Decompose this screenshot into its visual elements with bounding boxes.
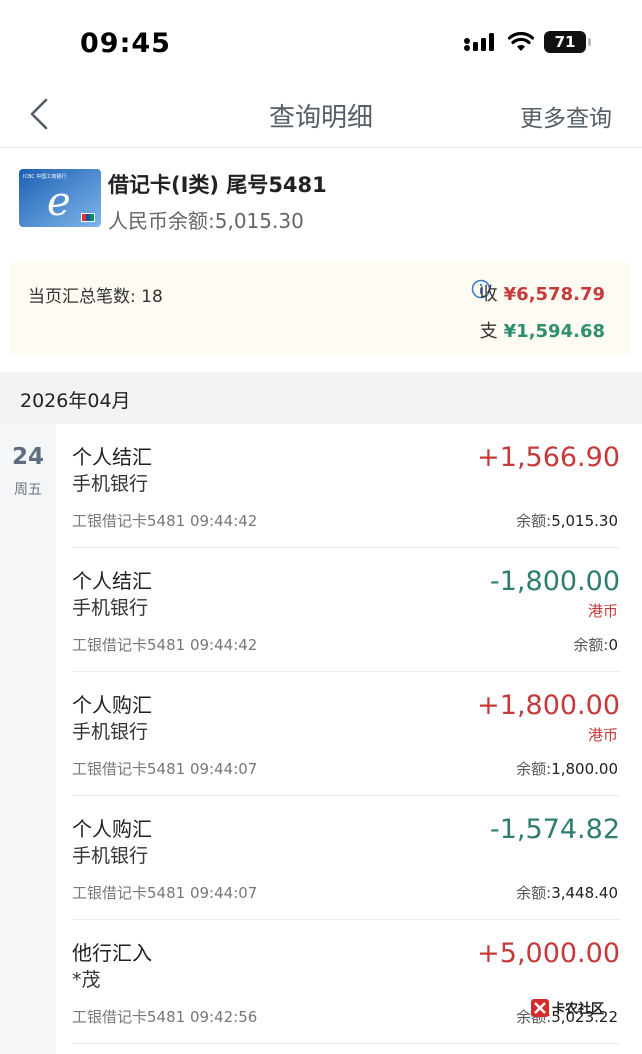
txn-account: 工银借记卡5481: [72, 884, 186, 902]
expense-value: ¥1,594.68: [503, 321, 605, 342]
txn-account: 工银借记卡5481: [72, 760, 186, 778]
watermark: 卡农社区: [531, 998, 604, 1017]
page-summary: 当页汇总笔数: 18 收 ¥6,578.79 支 ¥1,594.68: [10, 262, 630, 356]
txn-channel: 手机银行: [72, 721, 149, 743]
month-header: 2026年04月: [0, 372, 642, 424]
transaction-row[interactable]: 个人结汇 手机银行 工银借记卡5481 09:44:42 +1,566.90 余…: [56, 424, 642, 548]
txn-balance: 余额:1,800.00: [516, 758, 618, 779]
txn-title: 个人购汇: [72, 817, 152, 841]
status-time: 09:45: [80, 28, 171, 59]
balance-value: 3,448.40: [551, 884, 618, 902]
balance-value: 0: [608, 636, 618, 654]
txn-channel: *茂: [72, 969, 101, 991]
txn-meta: 工银借记卡5481 09:44:42: [72, 634, 257, 655]
bank-card-image: ICBC 中国工商银行 e: [19, 169, 101, 227]
status-icons: 71: [464, 31, 591, 53]
txn-balance: 余额:5,015.30: [516, 510, 618, 531]
watermark-text: 卡农社区: [552, 1002, 605, 1017]
status-bar: 09:45 71: [0, 0, 642, 80]
txn-title: 个人结汇: [72, 445, 152, 469]
card-balance: 人民币余额:5,015.30: [108, 209, 304, 233]
txn-amount: +1,566.90: [477, 442, 620, 473]
month-label: 2026年04月: [20, 390, 131, 412]
balance-label: 余额:: [516, 884, 552, 902]
txn-amount: -1,574.82: [490, 814, 620, 845]
transaction-row[interactable]: 个人结汇 手机银行 工银借记卡5481 09:44:42 -1,800.00 港…: [56, 548, 642, 672]
more-query-button[interactable]: 更多查询: [520, 99, 612, 133]
transaction-list: 24 周五 个人结汇 手机银行 工银借记卡5481 09:44:42 +1,56…: [0, 424, 642, 1054]
battery-indicator: 71: [544, 31, 591, 53]
summary-income: 收 ¥6,578.79: [480, 280, 605, 306]
txn-time: 09:44:07: [189, 884, 258, 902]
summary-count: 当页汇总笔数: 18: [28, 287, 163, 307]
txn-title: 他行汇入: [72, 941, 152, 965]
svg-text:e: e: [47, 179, 71, 225]
txn-amount: -1,800.00: [490, 566, 620, 597]
txn-time: 09:44:42: [189, 636, 258, 654]
txn-title: 个人结汇: [72, 569, 152, 593]
watermark-logo-icon: [531, 998, 549, 1017]
txn-channel: 手机银行: [72, 597, 149, 619]
txn-balance: 余额:0: [573, 634, 618, 655]
wifi-icon: [508, 32, 534, 51]
txn-title: 个人购汇: [72, 693, 152, 717]
txn-meta: 工银借记卡5481 09:44:07: [72, 758, 257, 779]
balance-label: 余额:: [516, 760, 552, 778]
transaction-row[interactable]: 个人购汇 手机银行 工银借记卡5481 09:44:07 -1,574.82 余…: [56, 796, 642, 920]
date-column: 24 周五: [0, 424, 56, 1054]
txn-meta: 工银借记卡5481 09:44:07: [72, 882, 257, 903]
date-weekday: 周五: [14, 482, 42, 498]
txn-meta: 工银借记卡5481 09:44:42: [72, 510, 257, 531]
txn-time: 09:42:56: [189, 1008, 258, 1026]
balance-value: 5,015.30: [551, 512, 618, 530]
navigation-bar: 查询明细 更多查询: [0, 80, 642, 148]
txn-currency: 港币: [587, 602, 618, 620]
txn-amount: +1,800.00: [477, 690, 620, 721]
income-value: ¥6,578.79: [503, 284, 605, 305]
card-name: 借记卡(I类) 尾号5481: [108, 173, 327, 197]
txn-time: 09:44:07: [189, 760, 258, 778]
account-card[interactable]: ICBC 中国工商银行 e 借记卡(I类) 尾号5481 人民币余额:5,015…: [0, 149, 642, 253]
summary-expense: 支 ¥1,594.68: [480, 317, 605, 343]
expense-label: 支: [479, 321, 498, 342]
balance-label: 余额:: [516, 512, 552, 530]
txn-balance: 余额:3,448.40: [516, 882, 618, 903]
txn-channel: 手机银行: [72, 473, 149, 495]
signal-icon: [464, 33, 494, 51]
transaction-row[interactable]: 个人购汇 手机银行 工银借记卡5481 09:44:07 +1,800.00 港…: [56, 672, 642, 796]
txn-account: 工银借记卡5481: [72, 512, 186, 530]
txn-meta: 工银借记卡5481 09:42:56: [72, 1006, 257, 1027]
date-day: 24: [11, 444, 44, 470]
txn-account: 工银借记卡5481: [72, 636, 186, 654]
txn-amount: +5,000.00: [477, 938, 620, 969]
transaction-row[interactable]: 他行汇入 *茂 工银借记卡5481 09:42:56 +5,000.00 余额:…: [56, 920, 642, 1044]
income-label: 收: [479, 284, 498, 305]
txn-account: 工银借记卡5481: [72, 1008, 186, 1026]
txn-currency: 港币: [587, 726, 618, 744]
balance-label: 余额:: [573, 636, 609, 654]
txn-time: 09:44:42: [189, 512, 258, 530]
balance-value: 1,800.00: [551, 760, 618, 778]
txn-channel: 手机银行: [72, 845, 149, 867]
